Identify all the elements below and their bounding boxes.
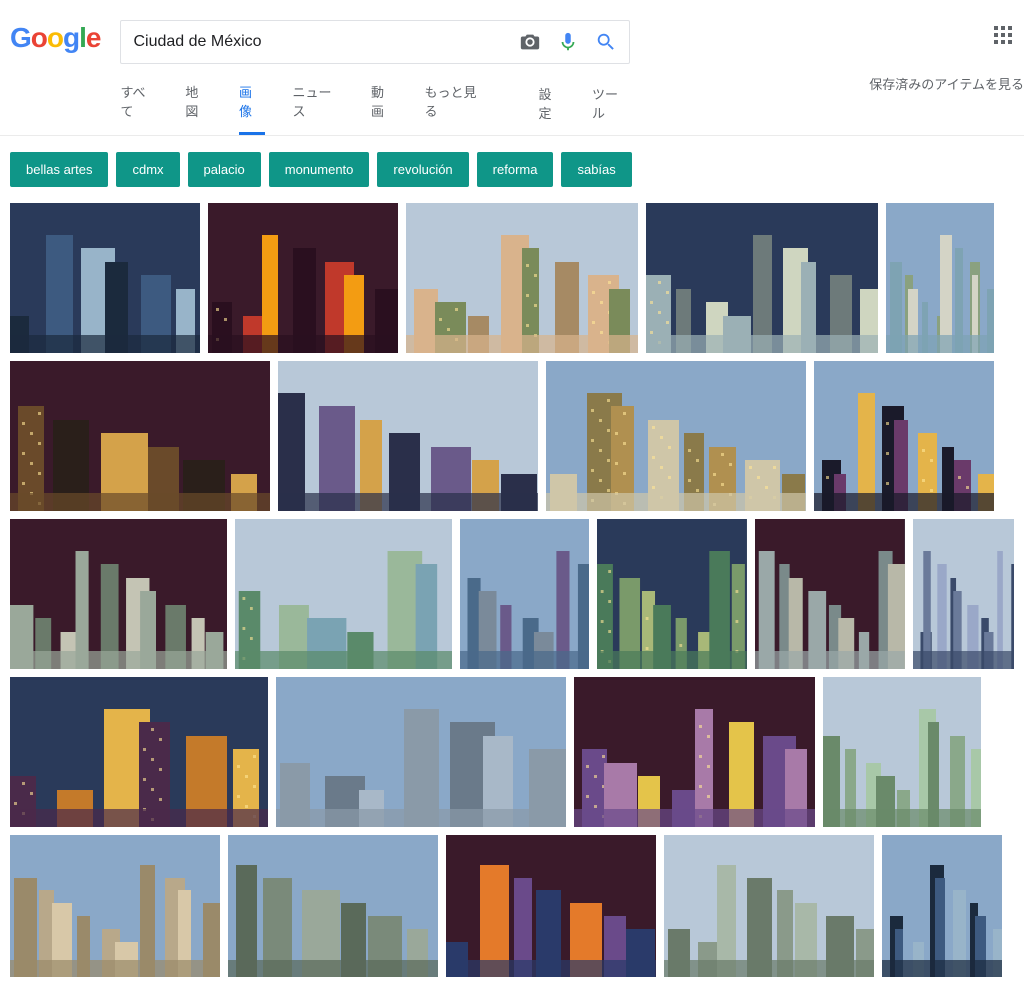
- tab-all[interactable]: すべて: [120, 82, 157, 135]
- suggestion-chips: bellas artescdmx palaciomonumentorevoluci…: [0, 136, 1024, 195]
- google-logo[interactable]: Google: [10, 20, 100, 54]
- image-result[interactable]: [208, 203, 398, 353]
- result-row: [10, 677, 1014, 827]
- voice-icon[interactable]: [557, 31, 579, 53]
- image-result[interactable]: [10, 519, 227, 669]
- image-result[interactable]: [228, 835, 438, 977]
- image-result[interactable]: [10, 835, 220, 977]
- search-icon[interactable]: [595, 31, 617, 53]
- tab-more[interactable]: もっと見る: [425, 82, 489, 135]
- result-row: [10, 361, 1014, 511]
- image-result[interactable]: [10, 361, 270, 511]
- result-row: [10, 519, 1014, 669]
- search-input[interactable]: [133, 33, 519, 51]
- tab-images[interactable]: 画像: [239, 82, 265, 135]
- tab-maps[interactable]: 地図: [185, 82, 211, 135]
- image-result[interactable]: [235, 519, 452, 669]
- image-result[interactable]: [546, 361, 806, 511]
- image-result[interactable]: [10, 203, 200, 353]
- tab-news[interactable]: ニュース: [293, 82, 343, 135]
- camera-icon[interactable]: [519, 31, 541, 53]
- image-result[interactable]: [646, 203, 878, 353]
- image-result[interactable]: [446, 835, 656, 977]
- search-box: [120, 20, 630, 64]
- image-result[interactable]: [886, 203, 994, 353]
- image-result[interactable]: [755, 519, 905, 669]
- result-row: [10, 835, 1014, 977]
- image-result[interactable]: [664, 835, 874, 977]
- settings-link[interactable]: 設定: [538, 84, 564, 134]
- saved-items-link[interactable]: 保存済みのアイテムを見る: [869, 74, 1024, 93]
- image-result[interactable]: [276, 677, 566, 827]
- header: Google すべて 地図 画像 ニュース 動画: [0, 0, 1024, 135]
- chip-bellas-artes[interactable]: bellas artes: [10, 152, 108, 187]
- chip-reforma[interactable]: reforma: [477, 152, 554, 187]
- image-result[interactable]: [814, 361, 994, 511]
- result-row: [10, 203, 1014, 353]
- chip-monumento[interactable]: monumento: [269, 152, 370, 187]
- tools-link[interactable]: ツール: [592, 84, 630, 134]
- apps-icon[interactable]: [994, 26, 1014, 46]
- chip-palacio[interactable]: palacio: [188, 152, 261, 187]
- image-result[interactable]: [597, 519, 747, 669]
- search-area: すべて 地図 画像 ニュース 動画 もっと見る 設定 ツール: [120, 20, 630, 135]
- nav-row: すべて 地図 画像 ニュース 動画 もっと見る 設定 ツール: [120, 82, 630, 135]
- image-result[interactable]: [278, 361, 538, 511]
- image-result[interactable]: [460, 519, 589, 669]
- image-result[interactable]: [823, 677, 981, 827]
- chip-cdmx[interactable]: cdmx: [116, 152, 179, 187]
- chip-revolución[interactable]: revolución: [377, 152, 468, 187]
- image-result[interactable]: [406, 203, 638, 353]
- image-result[interactable]: [882, 835, 1002, 977]
- image-result[interactable]: [913, 519, 1014, 669]
- chip-sabías[interactable]: sabías: [561, 152, 631, 187]
- image-results: [0, 195, 1024, 993]
- tab-videos[interactable]: 動画: [371, 82, 397, 135]
- image-result[interactable]: [574, 677, 815, 827]
- image-result[interactable]: [10, 677, 268, 827]
